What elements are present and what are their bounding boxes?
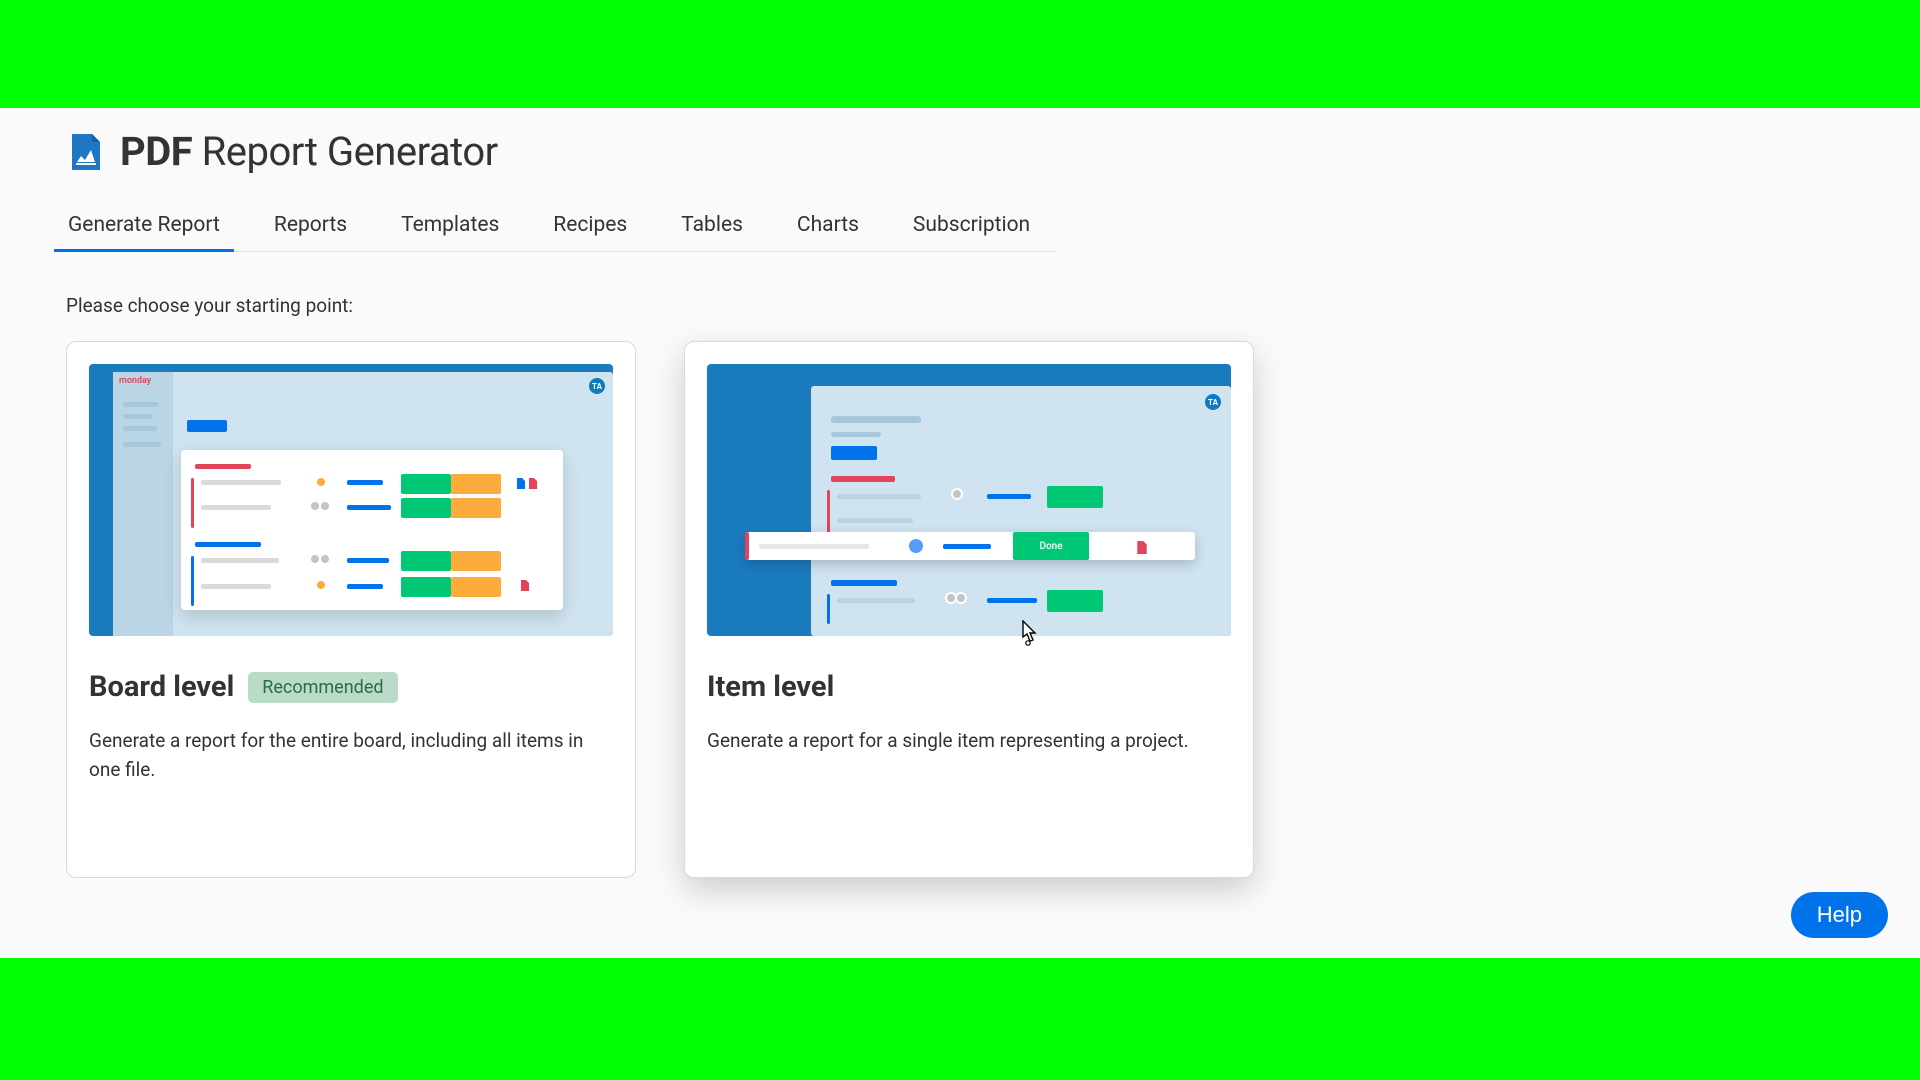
- tab-bar: Generate Report Reports Templates Recipe…: [66, 205, 1057, 252]
- tab-templates[interactable]: Templates: [399, 205, 501, 251]
- card-item-illustration: TA: [707, 364, 1231, 636]
- illus-ta-badge-2: TA: [1205, 394, 1221, 410]
- card-item-title: Item level: [707, 670, 834, 704]
- illus-monday-logo: monday: [119, 376, 151, 386]
- illus-ta-badge: TA: [589, 378, 605, 394]
- card-item-description: Generate a report for a single item repr…: [707, 726, 1231, 755]
- tab-reports[interactable]: Reports: [272, 205, 349, 251]
- tab-subscription[interactable]: Subscription: [911, 205, 1032, 251]
- help-button[interactable]: Help: [1791, 892, 1888, 938]
- tab-generate-report[interactable]: Generate Report: [66, 205, 222, 251]
- card-board-description: Generate a report for the entire board, …: [89, 726, 613, 785]
- tab-tables[interactable]: Tables: [679, 205, 745, 251]
- starting-point-prompt: Please choose your starting point:: [66, 294, 1854, 317]
- tab-charts[interactable]: Charts: [795, 205, 861, 251]
- app-window: PDF Report Generator Generate Report Rep…: [0, 108, 1920, 958]
- card-board-level[interactable]: monday TA: [66, 341, 636, 878]
- app-header: PDF Report Generator: [66, 128, 1854, 175]
- card-board-title-row: Board level Recommended: [89, 670, 613, 704]
- recommended-badge: Recommended: [248, 672, 397, 703]
- card-board-title: Board level: [89, 670, 234, 704]
- pdf-report-logo-icon: [66, 132, 106, 172]
- illus-done-label: Done: [1039, 541, 1062, 552]
- app-title-rest: Report Generator: [202, 128, 498, 175]
- card-board-illustration: monday TA: [89, 364, 613, 636]
- tab-recipes[interactable]: Recipes: [551, 205, 629, 251]
- starting-point-cards: monday TA: [66, 341, 1854, 878]
- card-item-title-row: Item level: [707, 670, 1231, 704]
- app-title-bold: PDF: [120, 128, 192, 175]
- app-title: PDF Report Generator: [120, 128, 498, 175]
- card-item-level[interactable]: TA: [684, 341, 1254, 878]
